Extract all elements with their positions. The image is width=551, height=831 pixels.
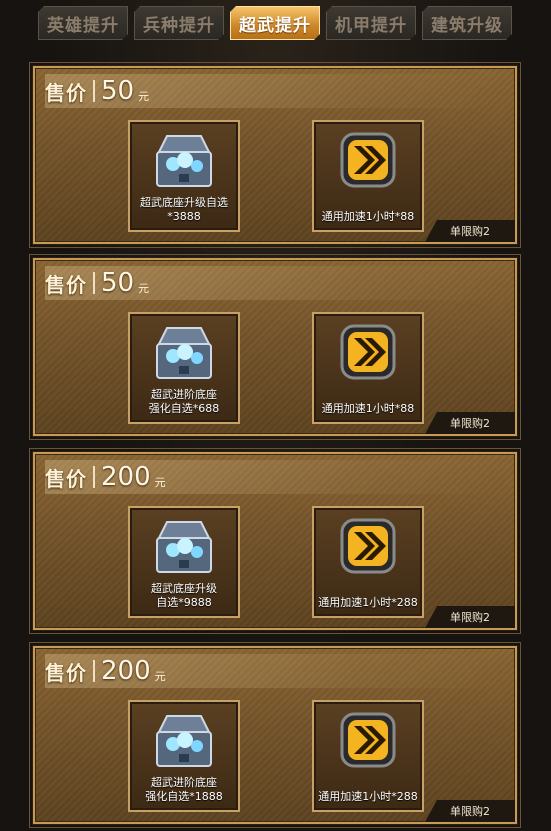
tab-hero-upgrade[interactable]: 英雄提升	[38, 6, 128, 40]
offer-card: 售价 50 元 超武底座升级自选 *3888 通用加速1小时*88 单限购2	[29, 62, 521, 248]
reward-item-name: 通用加速1小时*288	[318, 596, 418, 609]
reward-item-name: 超武进阶底座 强化自选*1888	[145, 776, 223, 803]
reward-item-name: 通用加速1小时*88	[321, 402, 415, 415]
price-label: 售价	[45, 80, 87, 105]
reward-item-speedup[interactable]: 通用加速1小时*288	[312, 506, 424, 618]
tab-building-upgrade[interactable]: 建筑升级	[422, 6, 512, 40]
price-label: 售价	[45, 660, 87, 685]
price-unit: 元	[138, 282, 150, 295]
price-divider	[93, 80, 95, 102]
chest-icon	[156, 715, 212, 767]
purchase-limit-badge: 单限购2	[425, 800, 515, 822]
offer-card: 售价 50 元 超武进阶底座 强化自选*688 通用加速1小时*88 单限购2	[29, 254, 521, 440]
price-value: 50	[101, 268, 135, 298]
reward-item-name: 超武底座升级 自选*9888	[151, 582, 217, 609]
reward-item-chest[interactable]: 超武进阶底座 强化自选*688	[128, 312, 240, 424]
price-unit: 元	[154, 670, 166, 683]
reward-item-chest[interactable]: 超武进阶底座 强化自选*1888	[128, 700, 240, 812]
purchase-limit-badge: 单限购2	[425, 412, 515, 434]
reward-item-speedup[interactable]: 通用加速1小时*288	[312, 700, 424, 812]
chest-icon	[156, 521, 212, 573]
price-unit: 元	[154, 476, 166, 489]
tab-super-weapon-upgrade[interactable]: 超武提升	[230, 6, 320, 40]
reward-item-chest[interactable]: 超武底座升级 自选*9888	[128, 506, 240, 618]
price-divider	[93, 660, 95, 682]
price-divider	[93, 466, 95, 488]
offer-card: 售价 200 元 超武底座升级 自选*9888 通用加速1小时*288 单限购2	[29, 448, 521, 634]
reward-item-name: 超武底座升级自选 *3888	[140, 196, 228, 223]
reward-item-chest[interactable]: 超武底座升级自选 *3888	[128, 120, 240, 232]
price-divider	[93, 272, 95, 294]
price-bar: 售价 200 元	[45, 460, 505, 494]
reward-item-name: 通用加速1小时*88	[321, 210, 415, 223]
reward-item-speedup[interactable]: 通用加速1小时*88	[312, 312, 424, 424]
tab-troop-upgrade[interactable]: 兵种提升	[134, 6, 224, 40]
tab-mech-upgrade[interactable]: 机甲提升	[326, 6, 416, 40]
price-label: 售价	[45, 272, 87, 297]
purchase-limit-badge: 单限购2	[425, 220, 515, 242]
tab-bar: 英雄提升 兵种提升 超武提升 机甲提升 建筑升级	[0, 0, 551, 46]
price-value: 200	[101, 656, 151, 686]
offer-card: 售价 200 元 超武进阶底座 强化自选*1888 通用加速1小时*288 单限…	[29, 642, 521, 828]
price-bar: 售价 200 元	[45, 654, 505, 688]
speedup-icon	[340, 132, 396, 188]
chest-icon	[156, 135, 212, 187]
speedup-icon	[340, 324, 396, 380]
price-label: 售价	[45, 466, 87, 491]
price-value: 50	[101, 76, 135, 106]
price-bar: 售价 50 元	[45, 266, 505, 300]
speedup-icon	[340, 518, 396, 574]
chest-icon	[156, 327, 212, 379]
reward-item-speedup[interactable]: 通用加速1小时*88	[312, 120, 424, 232]
speedup-icon	[340, 712, 396, 768]
price-bar: 售价 50 元	[45, 74, 505, 108]
reward-item-name: 超武进阶底座 强化自选*688	[148, 388, 220, 415]
price-unit: 元	[138, 90, 150, 103]
purchase-limit-badge: 单限购2	[425, 606, 515, 628]
price-value: 200	[101, 462, 151, 492]
reward-item-name: 通用加速1小时*288	[318, 790, 418, 803]
